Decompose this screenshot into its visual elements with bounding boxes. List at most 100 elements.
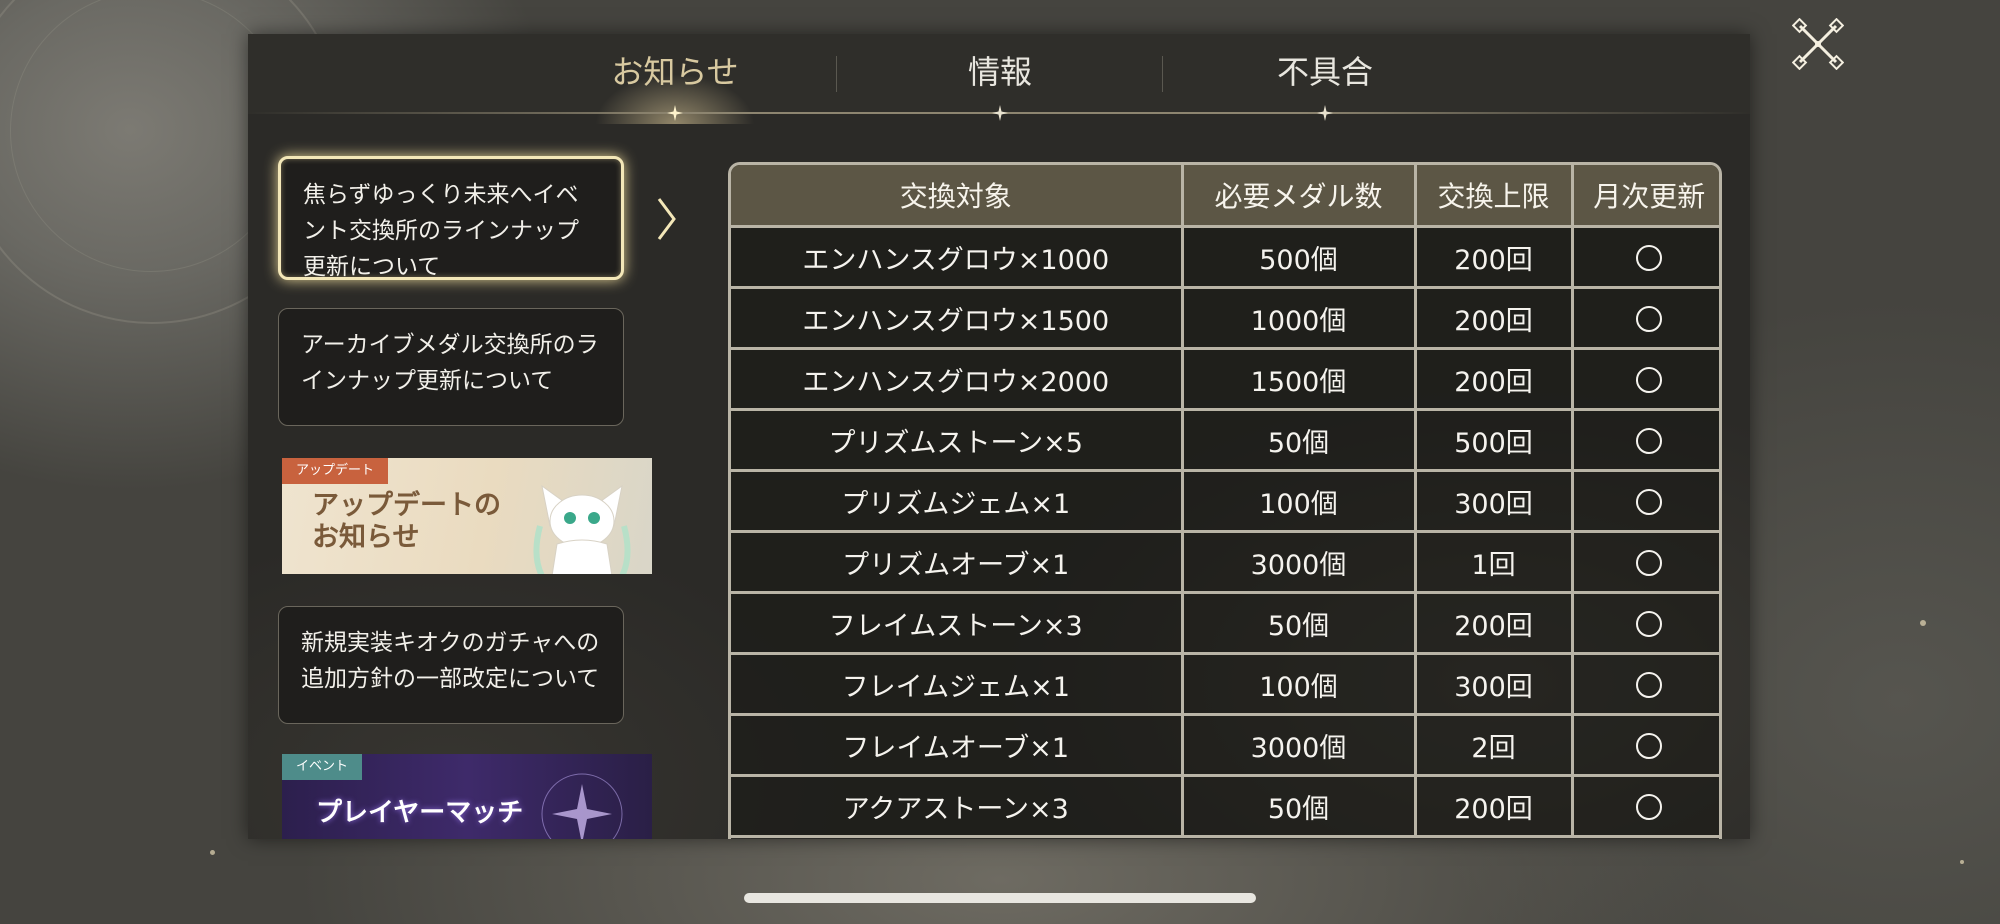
- medal-cost-cell: 50個: [1182, 409, 1417, 472]
- circle-mark-icon: [1636, 794, 1663, 820]
- monthly-refresh-cell: [1572, 287, 1719, 350]
- table-row: フレイムストーン×3 50個 200回: [731, 592, 1719, 655]
- column-header-medals: 必要メダル数: [1182, 165, 1417, 228]
- medal-cost-cell: 100個: [1182, 470, 1417, 533]
- banner-title-line: アップデートの: [312, 490, 501, 521]
- kyubey-mascot-image: [533, 484, 631, 574]
- limit-cell: 2回: [1415, 714, 1574, 777]
- item-cell: フレイムオーブ×1: [731, 714, 1184, 777]
- banner-tag: アップデート: [282, 458, 389, 484]
- medal-cost-cell: 3000個: [1182, 531, 1417, 594]
- item-cell: プリズムストーン×5: [731, 409, 1184, 472]
- medal-cost-cell: 500個: [1182, 226, 1417, 289]
- item-cell: エンハンスグロウ×1000: [731, 226, 1184, 289]
- close-x-icon: [1791, 17, 1845, 71]
- banner-title: プレイヤーマッチ: [316, 798, 524, 828]
- circle-mark-icon: [1636, 306, 1663, 332]
- circle-mark-icon: [1636, 367, 1663, 393]
- home-indicator[interactable]: [744, 893, 1256, 903]
- limit-cell: 500回: [1415, 409, 1574, 472]
- medal-cost-cell: 1000個: [1182, 287, 1417, 350]
- limit-cell: 1回: [1415, 531, 1574, 594]
- limit-cell: 200回: [1415, 287, 1574, 350]
- table-row: エンハンスグロウ×1000 500個 200回: [731, 226, 1719, 289]
- table-row: プリズムジェム×1 100個 300回: [731, 470, 1719, 533]
- table-row: エンハンスグロウ×2000 1500個 200回: [731, 348, 1719, 411]
- notice-item-title: 焦らずゆっくり未来へイベント交換所のラインナップ更新について: [303, 182, 579, 280]
- table-row: プリズムストーン×5 50個 500回: [731, 409, 1719, 472]
- item-cell: エンハンスグロウ×1500: [731, 287, 1184, 350]
- medal-cost-cell: 50個: [1182, 592, 1417, 655]
- limit-cell: 300回: [1415, 653, 1574, 716]
- circle-mark-icon: [1636, 672, 1663, 698]
- table-row: プリズムオーブ×1 3000個 1回: [731, 531, 1719, 594]
- circle-mark-icon: [1636, 611, 1663, 637]
- table-row: フレイムオーブ×1 3000個 2回: [731, 714, 1719, 777]
- circle-mark-icon: [1636, 245, 1663, 271]
- banner-title-line: お知らせ: [312, 522, 420, 553]
- tab-divider: [1162, 56, 1163, 92]
- item-cell: プリズムジェム×1: [731, 470, 1184, 533]
- tab-notices[interactable]: お知らせ: [535, 34, 815, 114]
- monthly-refresh-cell: [1572, 348, 1719, 411]
- banner-tag: イベント: [282, 754, 363, 780]
- limit-cell: 200回: [1415, 592, 1574, 655]
- table-row: エンハンスグロウ×1500 1000個 200回: [731, 287, 1719, 350]
- close-button[interactable]: [1791, 17, 1845, 71]
- tab-bar: お知らせ 情報 不具合: [248, 34, 1750, 124]
- notice-item-event-exchange[interactable]: 焦らずゆっくり未来へイベント交換所のラインナップ更新について: [278, 156, 624, 280]
- monthly-refresh-cell: [1572, 226, 1719, 289]
- item-cell: エンハンスグロウ×2000: [731, 348, 1184, 411]
- notice-panel: お知らせ 情報 不具合 焦らずゆっくり未来へイベント交換所のラインナップ更新につ…: [248, 34, 1750, 839]
- circle-mark-icon: [1636, 733, 1663, 759]
- monthly-refresh-cell: [1572, 592, 1719, 655]
- table-row: アクアストーン×3 50個 200回: [731, 775, 1719, 838]
- tab-info[interactable]: 情報: [860, 34, 1140, 114]
- exchange-table: 交換対象 必要メダル数 交換上限 月次更新 エンハンスグロウ×1000 500個 2…: [728, 162, 1722, 839]
- medal-cost-cell: 3000個: [1182, 714, 1417, 777]
- item-cell: アクアストーン×3: [731, 775, 1184, 838]
- monthly-refresh-cell: [1572, 714, 1719, 777]
- medal-cost-cell: 50個: [1182, 775, 1417, 838]
- monthly-refresh-cell: [1572, 409, 1719, 472]
- column-header-monthly: 月次更新: [1572, 165, 1719, 228]
- background-sparkle: [1960, 860, 1964, 864]
- banner-update-notice[interactable]: アップデート アップデートの お知らせ: [282, 458, 652, 574]
- monthly-refresh-cell: [1572, 775, 1719, 838]
- notice-item-archive-medal[interactable]: アーカイブメダル交換所のラインナップ更新について: [278, 308, 624, 426]
- limit-cell: 300回: [1415, 470, 1574, 533]
- monthly-refresh-cell: [1572, 653, 1719, 716]
- monthly-refresh-cell: [1572, 470, 1719, 533]
- medal-cost-cell: 100個: [1182, 653, 1417, 716]
- tab-divider: [836, 56, 837, 92]
- item-cell: フレイムジェム×1: [731, 653, 1184, 716]
- column-header-limit: 交換上限: [1415, 165, 1574, 228]
- limit-cell: 200回: [1415, 226, 1574, 289]
- event-emblem-image: [541, 773, 623, 839]
- background-sparkle: [1920, 620, 1926, 626]
- sparkle-star-icon: [1317, 105, 1333, 121]
- banner-player-match[interactable]: イベント プレイヤーマッチ: [282, 754, 652, 839]
- table-header-row: 交換対象 必要メダル数 交換上限 月次更新: [731, 165, 1719, 228]
- banner-title: アップデートの お知らせ: [312, 490, 501, 554]
- sparkle-star-icon: [667, 105, 683, 121]
- medal-cost-cell: 1500個: [1182, 348, 1417, 411]
- table-body: エンハンスグロウ×1000 500個 200回 エンハンスグロウ×1500 1000個 2…: [731, 226, 1719, 838]
- notice-item-title: アーカイブメダル交換所のラインナップ更新について: [301, 332, 599, 394]
- sparkle-star-icon: [992, 105, 1008, 121]
- circle-mark-icon: [1636, 550, 1663, 576]
- limit-cell: 200回: [1415, 348, 1574, 411]
- chevron-right-icon: [657, 198, 676, 240]
- circle-mark-icon: [1636, 489, 1663, 515]
- tab-bugs[interactable]: 不具合: [1185, 34, 1465, 114]
- background-sparkle: [210, 850, 215, 855]
- table-row: フレイムジェム×1 100個 300回: [731, 653, 1719, 716]
- monthly-refresh-cell: [1572, 531, 1719, 594]
- circle-mark-icon: [1636, 428, 1663, 454]
- notice-item-gacha-policy[interactable]: 新規実装キオクのガチャへの追加方針の一部改定について: [278, 606, 624, 724]
- notice-item-title: 新規実装キオクのガチャへの追加方針の一部改定について: [301, 630, 600, 692]
- item-cell: プリズムオーブ×1: [731, 531, 1184, 594]
- item-cell: フレイムストーン×3: [731, 592, 1184, 655]
- limit-cell: 200回: [1415, 775, 1574, 838]
- column-header-item: 交換対象: [731, 165, 1184, 228]
